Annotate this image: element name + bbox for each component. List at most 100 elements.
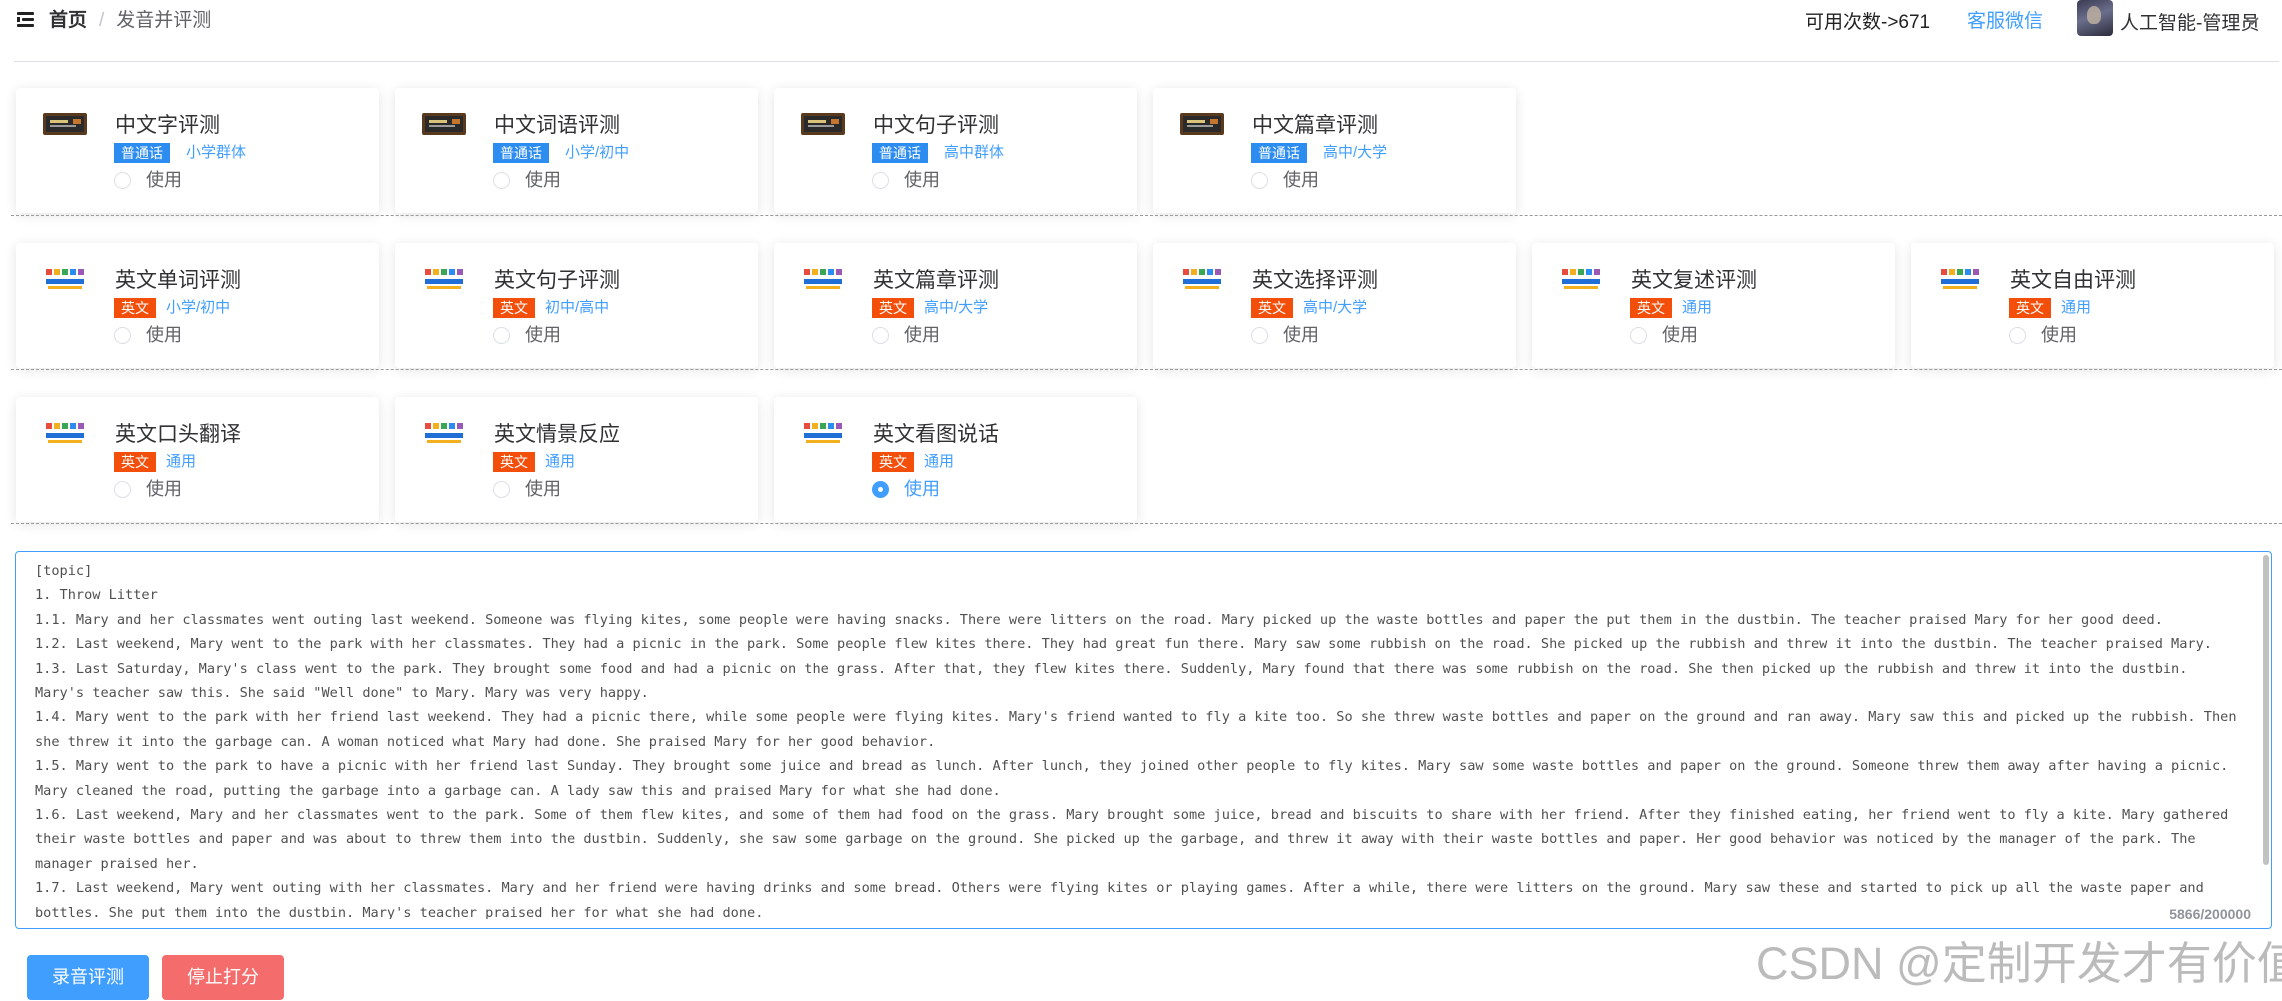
radio-circle[interactable] [1251,172,1268,189]
learn-english-icon [1937,266,1983,292]
eval-card[interactable]: 英文选择评测 英文 高中/大学使用 [1153,243,1516,368]
radio-circle[interactable] [114,172,131,189]
level-label: 小学/初中 [166,299,231,316]
breadcrumb-home[interactable]: 首页 [49,10,87,31]
level-label: 高中群体 [944,144,1005,161]
eval-card[interactable]: 英文自由评测 英文 通用 使用 [1911,243,2274,368]
learn-english-icon [421,420,467,446]
row-divider [11,369,2282,370]
radio-label: 使用 [904,325,940,345]
customer-service-link[interactable]: 客服微信 [1967,10,2043,34]
radio-circle[interactable] [493,327,510,344]
eval-card[interactable]: 英文篇章评测 英文 高中/大学 使用 [774,243,1137,368]
eval-card[interactable]: 英文口头翻译 英文 通用使用 [16,397,379,522]
level-label: 小学群体 [186,144,247,161]
card-title: 英文看图说话 [873,423,999,446]
header-divider [14,61,2279,62]
radio-label: 使用 [1662,325,1698,345]
breadcrumb-current: 发音并评测 [116,10,212,31]
textarea-scrollbar[interactable] [2263,555,2269,865]
eval-card[interactable]: 英文复述评测 英文 通用 使用 [1532,243,1895,368]
level-label: 通用 [166,453,197,470]
top-header: 首页 / 发音并评测 可用次数->671 客服微信 人工智能-管理员 [0,0,2282,44]
card-title: 英文自由评测 [2010,269,2136,292]
learn-english-icon [421,266,467,292]
record-evaluate-button[interactable]: 录音评测 [27,955,149,1000]
breadcrumb: 首页 / 发音并评测 [49,9,211,33]
language-tag: 英文 [493,452,535,472]
stop-scoring-button[interactable]: 停止打分 [162,955,284,1000]
eval-card[interactable]: 中文词语评测 普通话 小学/初中 使用 [395,88,758,213]
radio-circle[interactable] [872,327,889,344]
eval-card[interactable]: 英文句子评测 英文 初中/高中 使用 [395,243,758,368]
eval-card[interactable]: 中文篇章评测 普通话 高中/大学 使用 [1153,88,1516,213]
radio-label: 使用 [904,170,940,190]
language-tag: 英文 [1630,298,1672,318]
radio-circle[interactable] [872,172,889,189]
level-label: 高中/大学 [1303,299,1368,316]
language-tag: 英文 [1251,298,1293,318]
row-divider [11,523,2282,524]
radio-label: 使用 [904,479,940,499]
radio-circle[interactable] [1630,327,1647,344]
learn-english-icon [42,420,88,446]
language-tag: 英文 [872,452,914,472]
chalkboard-icon [42,111,88,137]
language-tag: 英文 [114,298,156,318]
chalkboard-icon [421,111,467,137]
eval-card[interactable]: 英文情景反应 英文 通用使用 [395,397,758,522]
radio-circle[interactable] [2009,327,2026,344]
watermark: CSDN @定制开发才有价值 [1756,938,2282,989]
card-title: 英文情景反应 [494,423,620,446]
char-count: 5866/200000 [2169,906,2251,922]
chalkboard-icon [800,111,846,137]
level-label: 通用 [2061,299,2092,316]
radio-label: 使用 [146,325,182,345]
radio-label: 使用 [146,479,182,499]
level-label: 通用 [924,453,955,470]
radio-circle[interactable] [493,172,510,189]
radio-circle[interactable] [114,481,131,498]
radio-circle[interactable] [493,481,510,498]
chevron-down-icon[interactable] [2244,14,2260,28]
card-title: 英文句子评测 [494,269,620,292]
radio-label: 使用 [1283,325,1319,345]
language-tag: 普通话 [114,143,170,163]
eval-card[interactable]: 中文字评测普通话 小学群体 使用 [16,88,379,213]
eval-card[interactable]: 中文句子评测 普通话 高中群体 使用 [774,88,1137,213]
card-title: 英文单词评测 [115,269,241,292]
radio-label: 使用 [1283,170,1319,190]
card-title: 中文词语评测 [494,114,620,137]
learn-english-icon [800,266,846,292]
usage-count: 可用次数->671 [1805,12,1931,33]
row-divider [11,215,2282,216]
level-label: 通用 [545,453,576,470]
radio-label: 使用 [146,170,182,190]
radio-circle[interactable] [1251,327,1268,344]
language-tag: 英文 [872,298,914,318]
level-label: 小学/初中 [565,144,630,161]
eval-card[interactable]: 英文单词评测 英文 小学/初中使用 [16,243,379,368]
card-title: 中文字评测 [115,114,220,137]
card-title: 中文句子评测 [873,114,999,137]
radio-label: 使用 [525,325,561,345]
learn-english-icon [800,420,846,446]
topic-textarea[interactable]: [topic] 1. Throw Litter 1.1. Mary and he… [15,551,2272,929]
language-tag: 普通话 [872,143,928,163]
learn-english-icon [1179,266,1225,292]
eval-card[interactable]: 英文看图说话 英文 通用使用 [774,397,1137,522]
avatar[interactable] [2077,0,2113,36]
card-title: 英文选择评测 [1252,269,1378,292]
level-label: 高中/大学 [1323,144,1388,161]
radio-circle[interactable] [114,327,131,344]
learn-english-icon [1558,266,1604,292]
radio-label: 使用 [525,479,561,499]
level-label: 初中/高中 [545,299,610,316]
hamburger-menu-icon[interactable] [17,12,34,28]
language-tag: 英文 [114,452,156,472]
user-name-dropdown[interactable]: 人工智能-管理员 [2120,12,2259,36]
radio-circle[interactable] [872,481,889,498]
topic-text[interactable]: [topic] 1. Throw Litter 1.1. Mary and he… [35,559,2240,919]
radio-label: 使用 [2041,325,2077,345]
card-title: 英文口头翻译 [115,423,241,446]
